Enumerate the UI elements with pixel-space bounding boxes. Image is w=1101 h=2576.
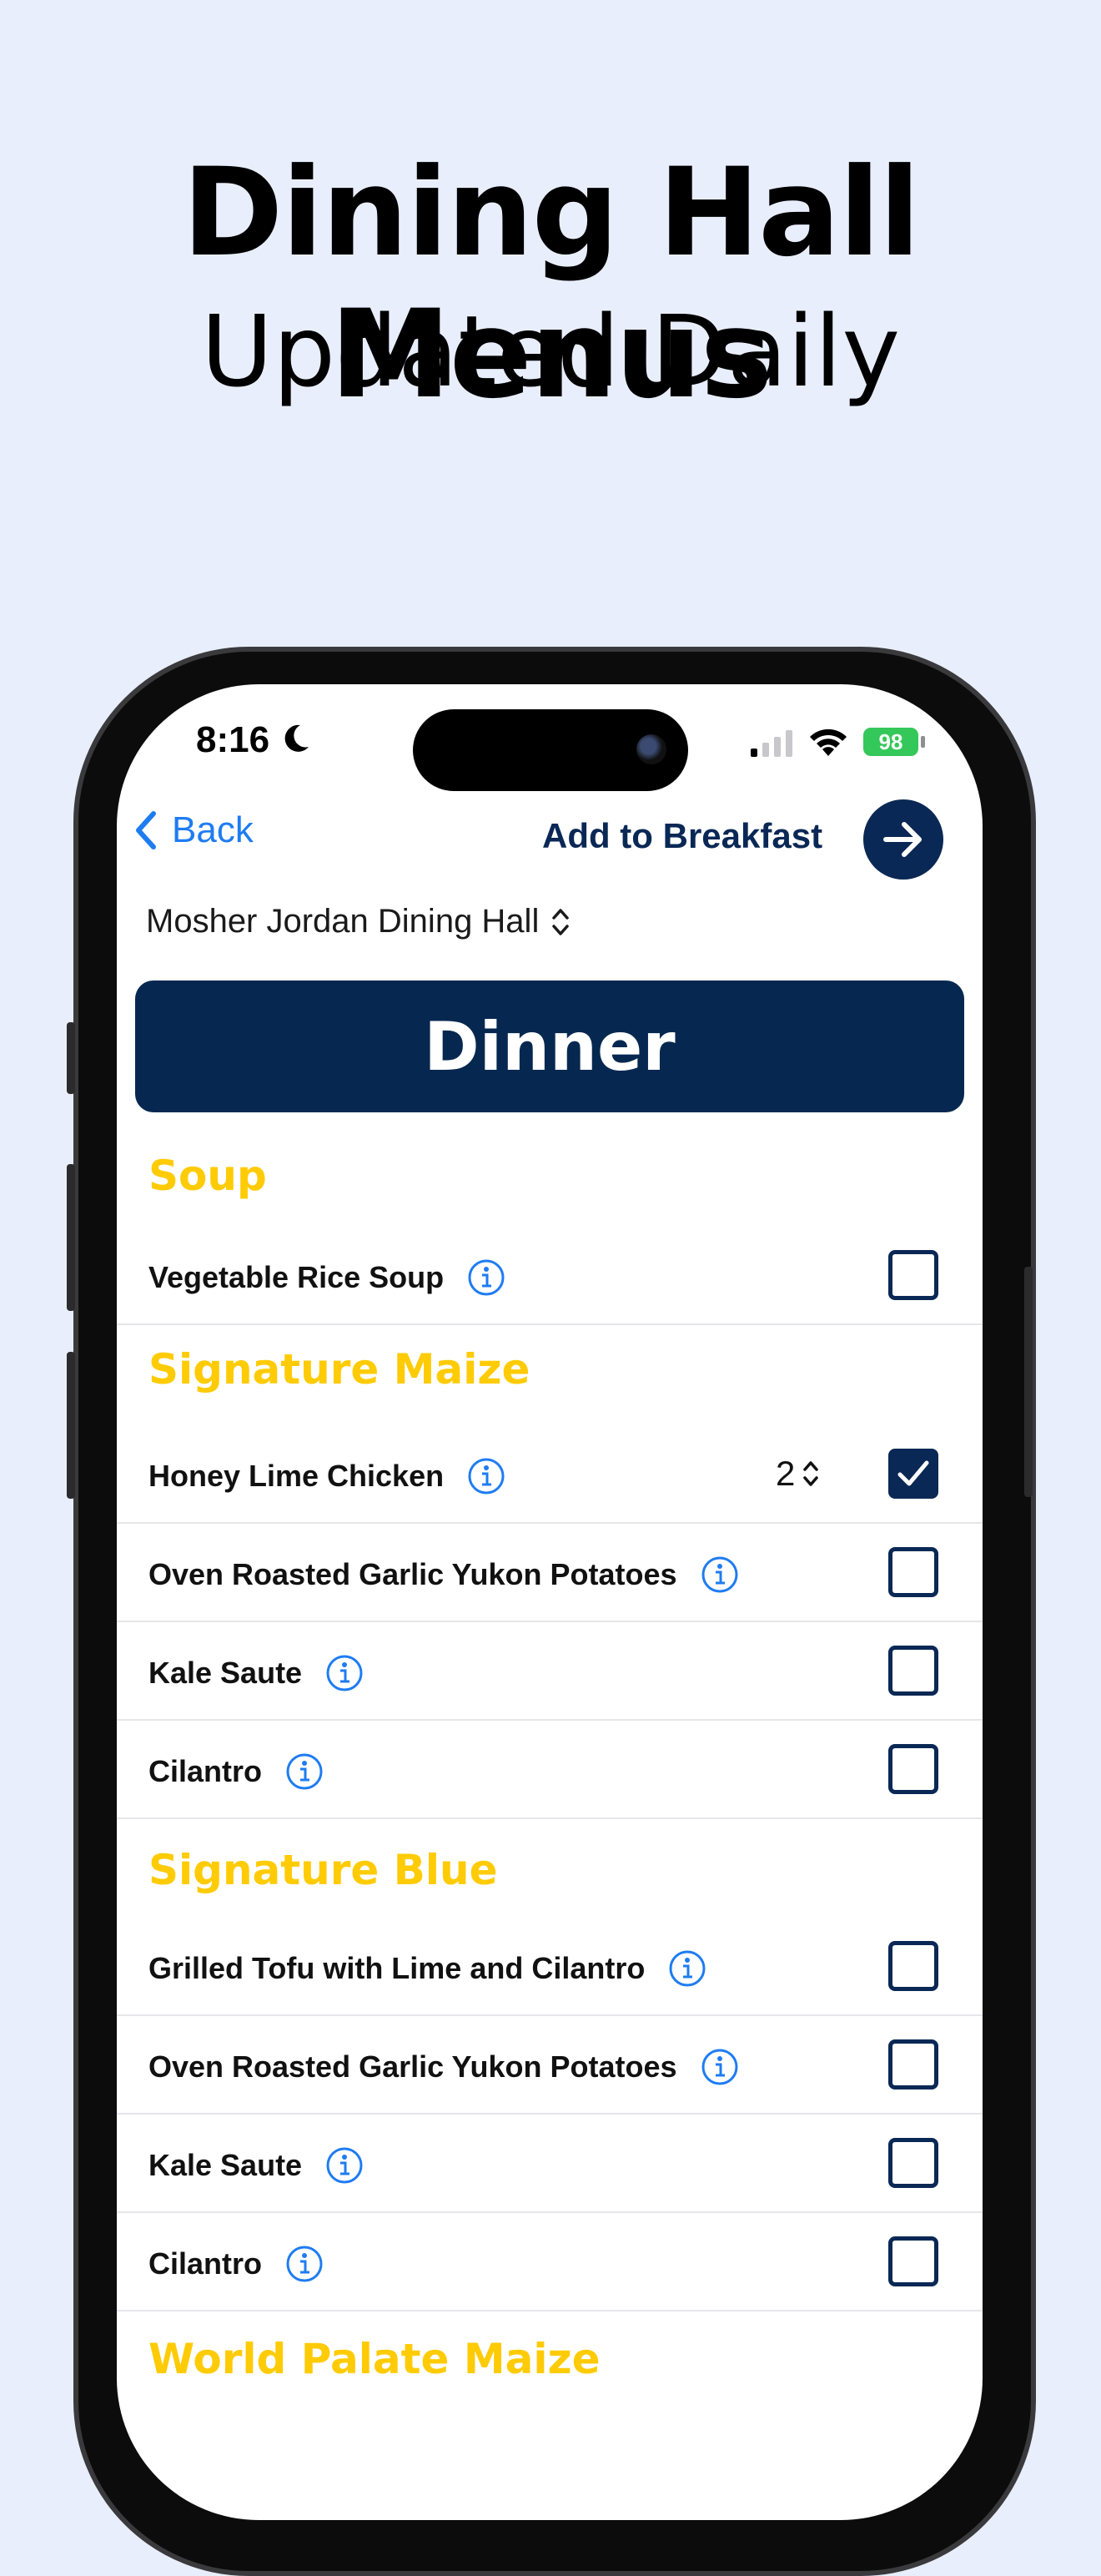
section-title: World Palate Maize [148, 2335, 601, 2383]
arrow-right-icon [883, 822, 922, 857]
info-icon[interactable] [668, 1949, 706, 1988]
wifi-icon [810, 728, 847, 756]
info-icon[interactable] [285, 2245, 324, 2283]
menu-item-row: Vegetable Rice Soup [117, 1227, 983, 1325]
dynamic-island [413, 709, 688, 791]
info-icon[interactable] [467, 1457, 505, 1495]
add-to-meal-button[interactable] [863, 799, 943, 880]
item-checkbox[interactable] [888, 1250, 938, 1300]
add-to-meal-label[interactable]: Add to Breakfast [542, 816, 822, 856]
menu-item-name: Cilantro [148, 1752, 324, 1791]
menu-item-row: Kale Saute [117, 1622, 983, 1721]
menu-item-row: Grilled Tofu with Lime and Cilantro [117, 1918, 983, 2016]
item-checkbox[interactable] [888, 1449, 938, 1499]
signal-icon [751, 730, 792, 757]
quantity-value: 2 [776, 1454, 796, 1493]
moon-icon [284, 724, 309, 752]
menu-item-name: Honey Lime Chicken [148, 1457, 505, 1495]
chevron-up-down-icon [552, 908, 570, 935]
section-title: Signature Blue [148, 1846, 498, 1894]
back-label: Back [172, 809, 254, 850]
item-checkbox[interactable] [888, 2138, 938, 2188]
dining-hall-label: Mosher Jordan Dining Hall [146, 903, 540, 940]
menu-item-row: Oven Roasted Garlic Yukon Potatoes [117, 2016, 983, 2115]
info-icon[interactable] [285, 1752, 324, 1791]
info-icon[interactable] [325, 1654, 364, 1692]
item-checkbox[interactable] [888, 1744, 938, 1794]
menu-item-name: Oven Roasted Garlic Yukon Potatoes [148, 2048, 739, 2086]
camera-icon [636, 734, 666, 764]
item-checkbox[interactable] [888, 2039, 938, 2090]
phone-volume-down [67, 1352, 75, 1499]
section-title: Soup [148, 1152, 267, 1200]
menu-item-row: Kale Saute [117, 2115, 983, 2213]
phone-side-button [67, 1022, 75, 1094]
checkmark-icon [897, 1460, 929, 1486]
menu-item-name: Kale Saute [148, 1654, 364, 1692]
section-title: Signature Maize [148, 1345, 530, 1394]
item-checkbox[interactable] [888, 2236, 938, 2286]
phone-screen: 8:16 98 Back Add to Breakfast Mosher Jor… [117, 684, 983, 2520]
back-button[interactable]: Back [135, 809, 254, 851]
chevron-up-down-icon [803, 1461, 819, 1486]
menu-item-name: Vegetable Rice Soup [148, 1258, 505, 1297]
item-checkbox[interactable] [888, 1941, 938, 1991]
menu-item-row: Honey Lime Chicken 2 [117, 1425, 983, 1524]
menu-item-name: Oven Roasted Garlic Yukon Potatoes [148, 1555, 739, 1594]
meal-banner: Dinner [135, 980, 964, 1112]
info-icon[interactable] [467, 1258, 505, 1297]
chevron-left-icon [136, 811, 156, 849]
battery-indicator: 98 [863, 728, 918, 756]
info-icon[interactable] [325, 2146, 364, 2185]
phone-power-button [1024, 1267, 1033, 1497]
status-time: 8:16 [196, 719, 270, 760]
battery-cap [921, 736, 925, 748]
quantity-stepper[interactable]: 2 [776, 1454, 820, 1494]
item-checkbox[interactable] [888, 1547, 938, 1597]
dining-hall-picker[interactable]: Mosher Jordan Dining Hall [146, 903, 571, 940]
menu-item-row: Oven Roasted Garlic Yukon Potatoes [117, 1524, 983, 1622]
promo-subline: Updated Daily [200, 294, 901, 409]
menu-item-name: Kale Saute [148, 2146, 364, 2185]
item-checkbox[interactable] [888, 1646, 938, 1696]
menu-item-row: Cilantro [117, 2213, 983, 2311]
info-icon[interactable] [701, 2048, 739, 2086]
menu-item-row: Cilantro [117, 1721, 983, 1819]
info-icon[interactable] [701, 1555, 739, 1594]
menu-item-name: Cilantro [148, 2245, 324, 2283]
menu-item-name: Grilled Tofu with Lime and Cilantro [148, 1949, 706, 1988]
phone-volume-up [67, 1164, 75, 1311]
